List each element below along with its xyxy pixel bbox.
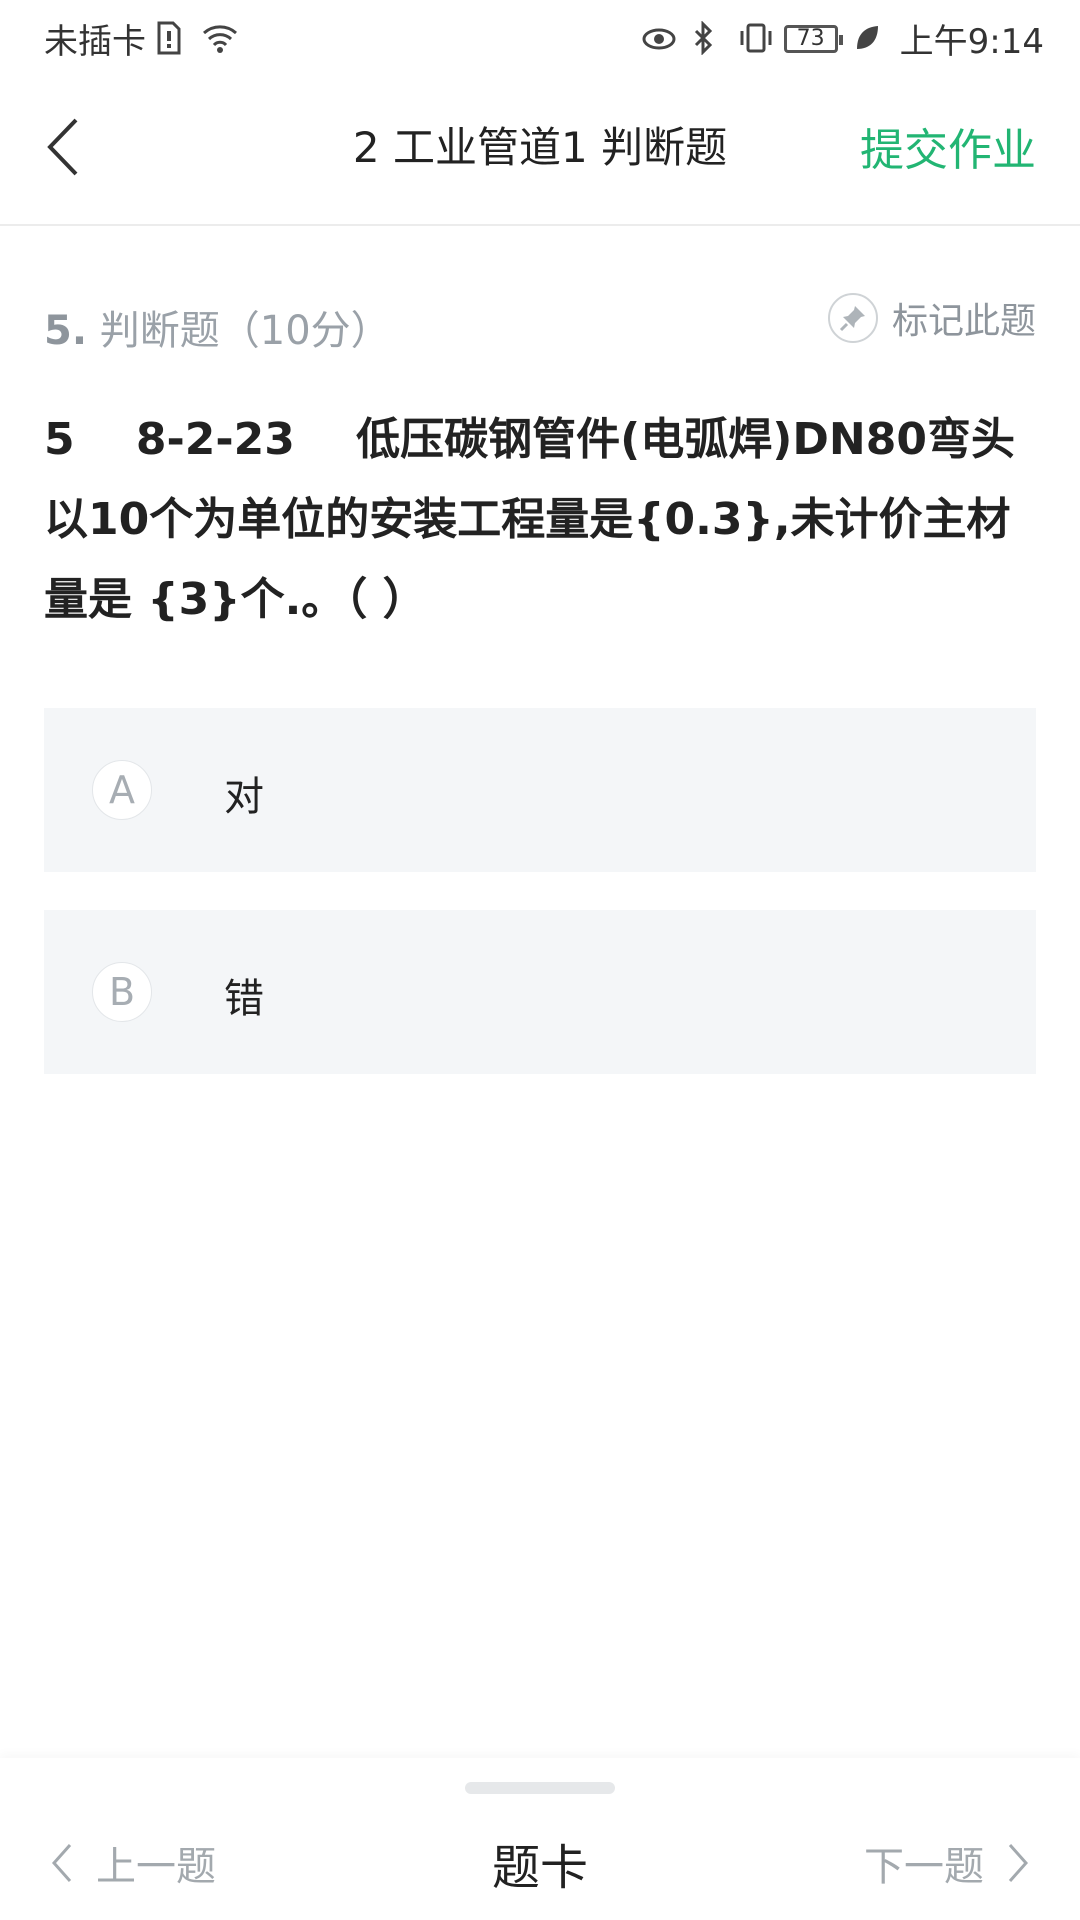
question-type-score: 判断题（10分） (99, 308, 391, 354)
eye-icon (640, 21, 676, 57)
mark-question-label: 标记此题 (891, 301, 1036, 342)
sim-icon (156, 21, 190, 57)
next-question-button[interactable]: 下一题 (864, 1834, 1030, 1892)
drag-handle[interactable] (465, 1782, 615, 1794)
question-number: 5. (44, 308, 88, 354)
quiz-page: 未插卡 73 上午9:14 2 工业管道1 判断题 提交作业 5. 判断题（10… (0, 0, 1080, 1920)
option-letter: B (92, 962, 152, 1022)
next-question-label: 下一题 (864, 1844, 984, 1890)
bottom-navigation: 上一题 题卡 下一题 (0, 1758, 1080, 1920)
option-text: 对 (224, 774, 264, 820)
option-a[interactable]: A 对 (44, 708, 1036, 872)
question-meta: 5. 判断题（10分） (44, 298, 391, 356)
option-b[interactable]: B 错 (44, 910, 1036, 1074)
leaf-icon (852, 21, 886, 57)
mark-question-button[interactable]: 标记此题 (827, 292, 1036, 344)
option-letter: A (92, 760, 152, 820)
status-time: 上午9:14 (899, 22, 1044, 62)
vibrate-icon (736, 21, 772, 57)
status-right: 73 上午9:14 (640, 14, 1044, 63)
pin-icon (827, 293, 878, 343)
submit-homework-button[interactable]: 提交作业 (860, 114, 1036, 178)
wifi-icon (200, 21, 237, 57)
battery-indicator: 73 (783, 24, 843, 53)
question-text: 5 8-2-23 低压碳钢管件(电弧焊)DN80弯头 以10个为单位的安装工程量… (44, 414, 1077, 625)
header-bar: 2 工业管道1 判断题 提交作业 (0, 74, 1080, 226)
option-text: 错 (224, 976, 264, 1022)
battery-level: 73 (796, 26, 825, 51)
carrier-text: 未插卡 (44, 22, 146, 62)
status-bar: 未插卡 73 上午9:14 (0, 0, 1080, 74)
status-left: 未插卡 (44, 14, 237, 63)
bluetooth-icon (688, 19, 722, 57)
chevron-right-icon (1008, 1844, 1029, 1882)
